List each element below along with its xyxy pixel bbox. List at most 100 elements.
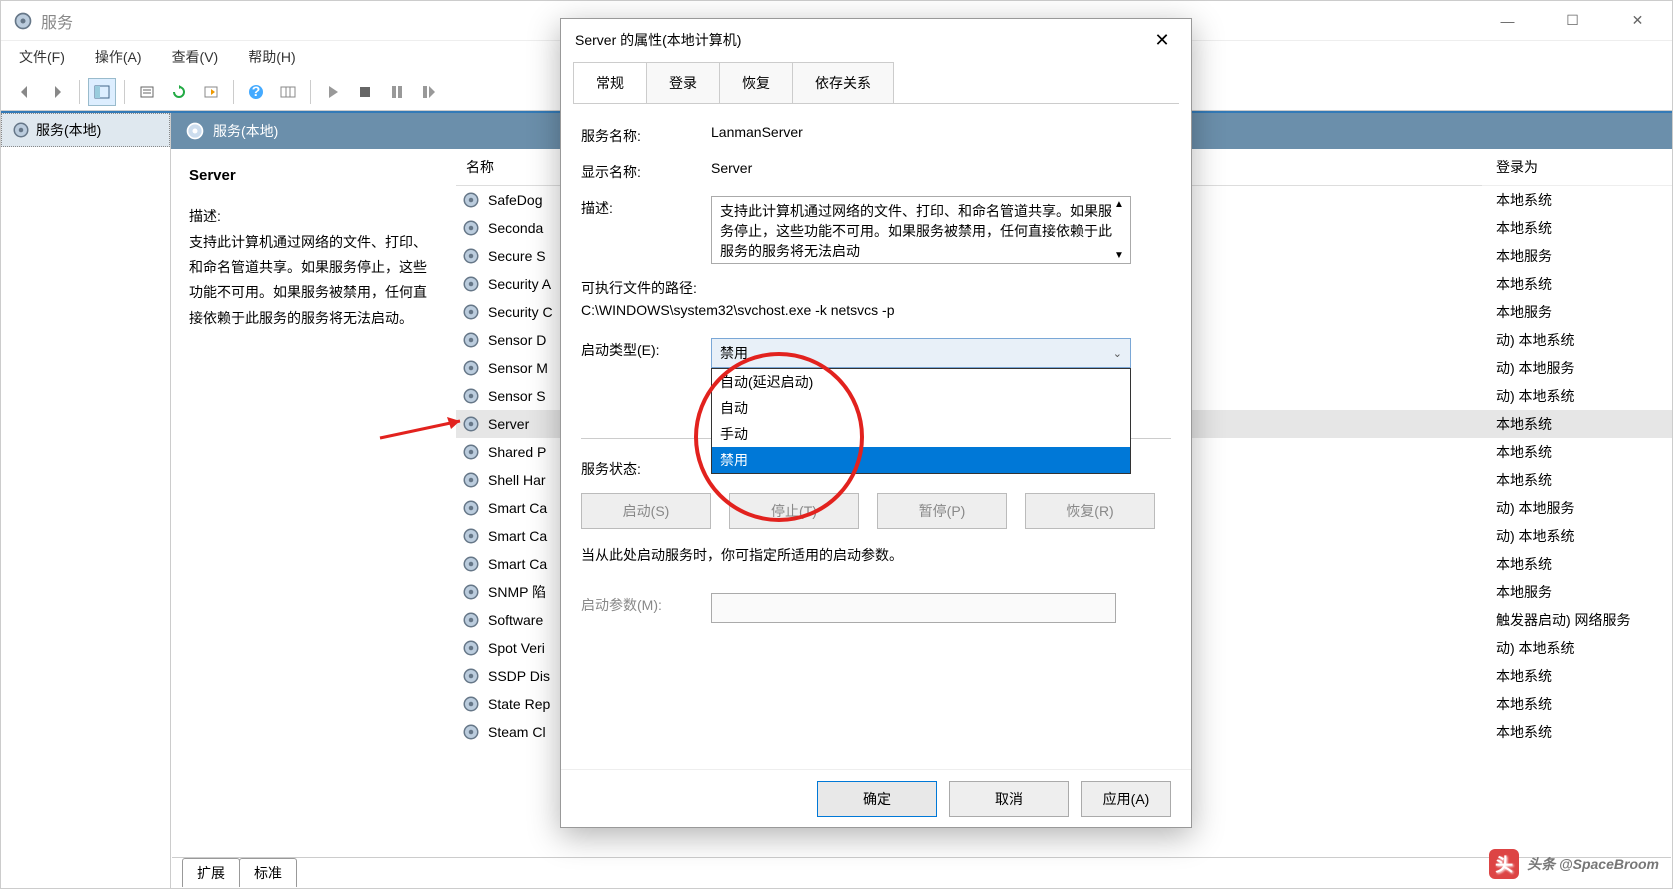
startup-type-label: 启动类型(E): [581,338,711,360]
ok-button[interactable]: 确定 [817,781,937,817]
start-params-label: 启动参数(M): [581,593,711,615]
tab-general[interactable]: 常规 [573,62,647,104]
option-auto-delayed[interactable]: 自动(延迟启动) [712,369,1130,395]
startup-type-value: 禁用 [720,343,748,363]
scroll-up-icon[interactable]: ▲ [1110,199,1128,210]
login-as-cell: 动) 本地服务 [1482,354,1672,382]
login-as-cell: 本地系统 [1482,214,1672,242]
login-rows: 本地系统本地系统本地服务本地系统本地服务动) 本地系统动) 本地服务动) 本地系… [1482,186,1672,746]
footer-tab-extended[interactable]: 扩展 [182,858,240,887]
start-params-input[interactable] [711,593,1116,623]
annotation-arrow [375,413,475,443]
export-button[interactable] [197,78,225,106]
login-as-cell: 本地系统 [1482,718,1672,746]
tree-node-label: 服务(本地) [36,120,101,140]
back-button[interactable] [11,78,39,106]
login-as-cell: 本地系统 [1482,410,1672,438]
refresh-button[interactable] [165,78,193,106]
scroll-down-icon[interactable]: ▼ [1110,250,1128,261]
gear-icon [462,359,480,377]
description-column: Server 描述: 支持此计算机通过网络的文件、打印、和命名管道共享。如果服务… [171,149,456,888]
stop-button[interactable]: 停止(T) [729,493,859,529]
description-text: 支持此计算机通过网络的文件、打印、和命名管道共享。如果服务停止，这些功能不可用。… [189,230,438,331]
startup-type-combobox[interactable]: 禁用 ⌄ 自动(延迟启动) 自动 手动 禁用 [711,338,1131,368]
option-disabled[interactable]: 禁用 [712,447,1130,473]
column-header-name[interactable]: 名称 [456,149,561,185]
close-button[interactable]: ✕ [1615,6,1660,36]
properties-dialog: Server 的属性(本地计算机) ✕ 常规 登录 恢复 依存关系 服务名称: … [560,18,1192,828]
help-button[interactable]: ? [242,78,270,106]
service-status-label: 服务状态: [581,457,711,479]
dialog-titlebar: Server 的属性(本地计算机) ✕ [561,19,1191,61]
option-auto[interactable]: 自动 [712,395,1130,421]
start-service-button[interactable] [319,78,347,106]
toolbar-separator [124,80,125,104]
dialog-desc-label: 描述: [581,196,711,218]
pause-button[interactable]: 暂停(P) [877,493,1007,529]
login-as-cell: 动) 本地服务 [1482,494,1672,522]
service-name-value: LanmanServer [711,124,1171,140]
login-as-cell: 本地系统 [1482,466,1672,494]
start-button[interactable]: 启动(S) [581,493,711,529]
stop-service-button[interactable] [351,78,379,106]
menu-action[interactable]: 操作(A) [89,43,148,71]
login-as-cell: 动) 本地系统 [1482,326,1672,354]
gear-icon [462,247,480,265]
login-as-cell: 触发器启动) 网络服务 [1482,606,1672,634]
selected-service-name: Server [189,167,438,184]
tree-pane: 服务(本地) [1,113,171,888]
menu-file[interactable]: 文件(F) [13,43,71,71]
apply-button[interactable]: 应用(A) [1081,781,1171,817]
login-as-cell: 本地服务 [1482,298,1672,326]
tab-dependencies[interactable]: 依存关系 [792,62,894,104]
properties-button[interactable] [133,78,161,106]
description-label: 描述: [189,206,438,226]
description-value: 支持此计算机通过网络的文件、打印、和命名管道共享。如果服务停止，这些功能不可用。… [720,203,1112,259]
gear-icon [462,303,480,321]
gear-icon [462,555,480,573]
menu-view[interactable]: 查看(V) [166,43,225,71]
maximize-button[interactable]: ☐ [1550,6,1595,36]
login-as-cell: 本地系统 [1482,438,1672,466]
gear-icon [462,191,480,209]
gear-icon [462,611,480,629]
tab-logon[interactable]: 登录 [646,62,720,104]
service-control-buttons: 启动(S) 停止(T) 暂停(P) 恢复(R) [581,493,1171,529]
tab-recovery[interactable]: 恢复 [719,62,793,104]
column-header-login[interactable]: 登录为 [1482,149,1672,186]
restart-service-button[interactable] [415,78,443,106]
gear-icon [462,527,480,545]
detail-header-title: 服务(本地) [213,121,278,141]
description-textbox[interactable]: 支持此计算机通过网络的文件、打印、和命名管道共享。如果服务停止，这些功能不可用。… [711,196,1131,264]
login-as-cell: 本地系统 [1482,550,1672,578]
scrollbar[interactable]: ▲▼ [1110,199,1128,261]
dialog-close-button[interactable]: ✕ [1147,25,1177,55]
login-as-cell: 动) 本地系统 [1482,522,1672,550]
minimize-button[interactable]: — [1485,6,1530,36]
startup-hint: 当从此处启动服务时，你可指定所适用的启动参数。 [581,545,1171,565]
columns-button[interactable] [274,78,302,106]
gear-icon [462,667,480,685]
toolbar-separator [233,80,234,104]
gear-icon [462,387,480,405]
gear-icon [462,583,480,601]
option-manual[interactable]: 手动 [712,421,1130,447]
login-as-cell: 本地系统 [1482,662,1672,690]
login-as-cell: 本地服务 [1482,242,1672,270]
tree-node-services-local[interactable]: 服务(本地) [1,113,170,147]
forward-button[interactable] [43,78,71,106]
footer-tab-standard[interactable]: 标准 [239,858,297,887]
cancel-button[interactable]: 取消 [949,781,1069,817]
gear-icon [462,639,480,657]
startup-type-dropdown: 自动(延迟启动) 自动 手动 禁用 [711,368,1131,474]
pause-service-button[interactable] [383,78,411,106]
resume-button[interactable]: 恢复(R) [1025,493,1155,529]
toolbar-separator [79,80,80,104]
chevron-down-icon: ⌄ [1113,347,1122,360]
gear-icon [462,443,480,461]
menu-help[interactable]: 帮助(H) [242,43,301,71]
gear-icon [462,499,480,517]
detail-view-button[interactable] [88,78,116,106]
dialog-body: 服务名称: LanmanServer 显示名称: Server 描述: 支持此计… [573,103,1179,769]
gear-icon [462,471,480,489]
